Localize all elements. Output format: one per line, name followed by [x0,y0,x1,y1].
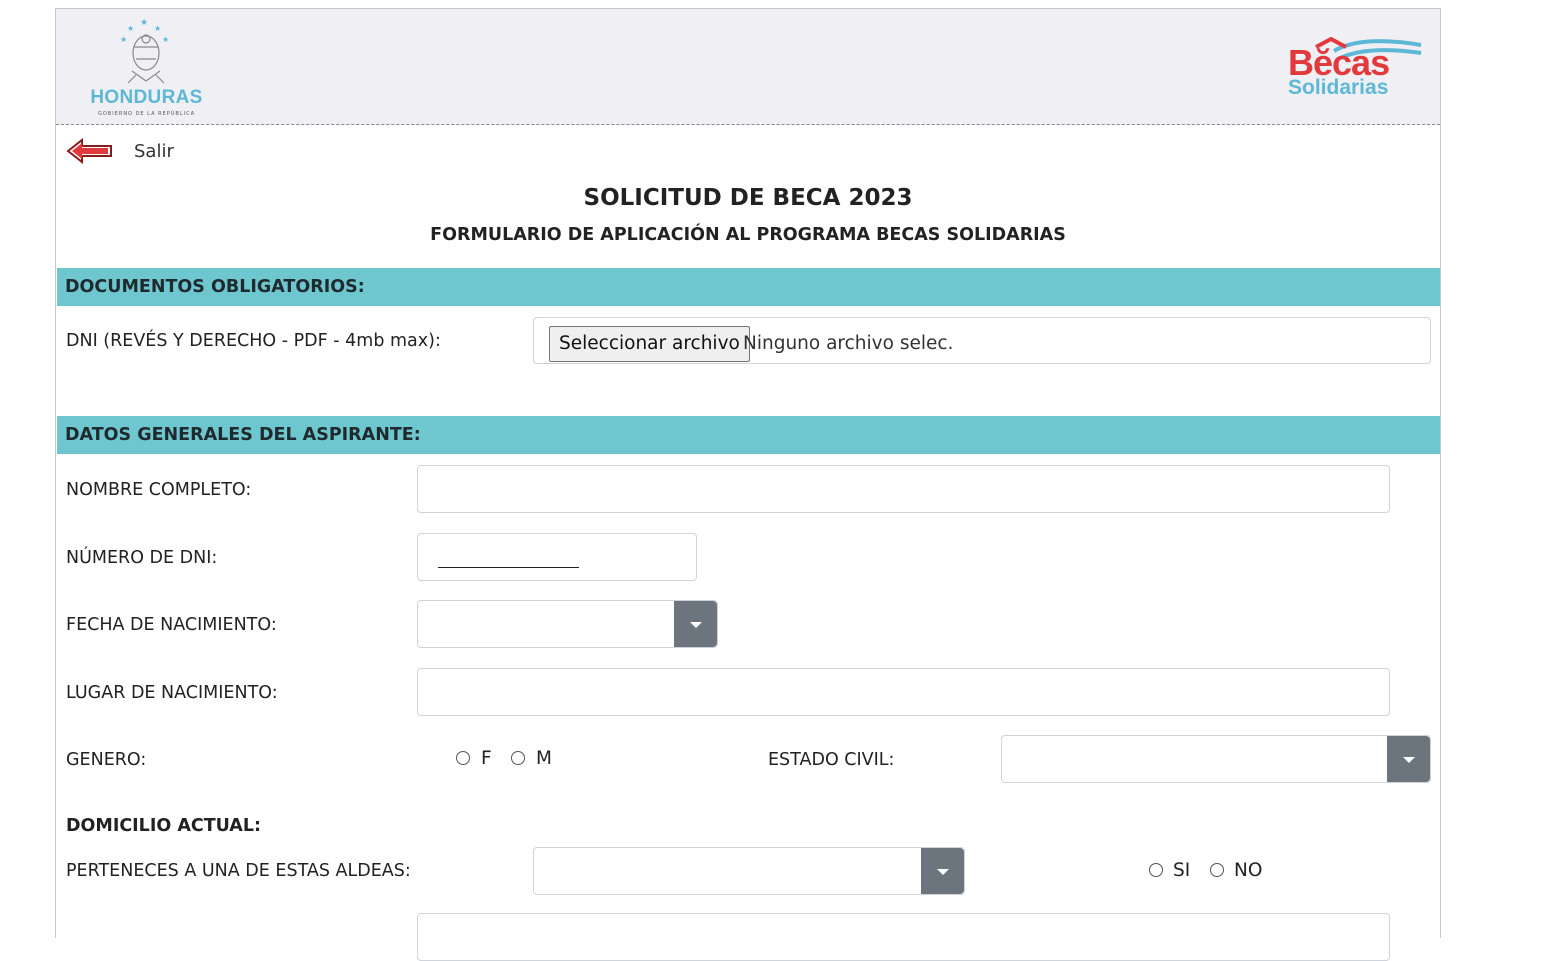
form-container: ★ ★ ★ ★ ★ HONDURAS GOBIERNO DE LA REPÚBL… [55,8,1441,961]
section-documentos: DOCUMENTOS OBLIGATORIOS: [57,268,1440,306]
solidarias-logo-word: Solidarias [1288,76,1389,99]
nombre-input[interactable] [417,465,1390,513]
dni-file-label: DNI (REVÉS Y DERECHO - PDF - 4mb max): [66,331,441,351]
dni-number-input[interactable] [417,533,697,581]
chevron-down-icon[interactable] [674,601,717,647]
svg-text:★: ★ [120,35,127,44]
arrow-left-icon [66,138,112,164]
honduras-logo-subtext: GOBIERNO DE LA REPÚBLICA [97,111,196,117]
select-file-button[interactable]: Seleccionar archivo [549,326,750,362]
aldeas-no-radio[interactable] [1210,863,1224,877]
svg-text:★: ★ [127,24,134,33]
honduras-logo-text: HONDURAS [90,87,203,108]
svg-text:★: ★ [162,35,169,44]
domicilio-heading: DOMICILIO ACTUAL: [66,816,262,836]
page-title: SOLICITUD DE BECA 2023 [583,185,913,211]
estado-civil-select[interactable] [1001,735,1431,783]
genero-f-radio[interactable] [456,751,470,765]
fecha-nacimiento-select[interactable] [417,600,718,648]
header-bar: ★ ★ ★ ★ ★ HONDURAS GOBIERNO DE LA REPÚBL… [56,9,1440,125]
file-status-text: Ninguno archivo selec. [743,333,954,354]
genero-label: GENERO: [66,750,147,770]
lugar-nacimiento-label: LUGAR DE NACIMIENTO: [66,683,278,703]
chevron-down-icon[interactable] [921,848,964,894]
back-link[interactable]: Salir [66,137,174,165]
dni-input-mask [438,567,579,568]
honduras-logo: ★ ★ ★ ★ ★ HONDURAS GOBIERNO DE LA REPÚBL… [84,15,209,121]
section-datos-generales: DATOS GENERALES DEL ASPIRANTE: [57,416,1440,454]
coat-of-arms-icon: ★ ★ ★ ★ ★ [120,18,169,84]
aldeas-si-radio[interactable] [1149,863,1163,877]
next-field-input[interactable] [417,913,1390,961]
aldeas-no-label: NO [1234,860,1263,881]
aldeas-si-label: SI [1173,860,1191,881]
page-subtitle: FORMULARIO DE APLICACIÓN AL PROGRAMA BEC… [430,225,1066,245]
estado-civil-label: ESTADO CIVIL: [768,750,895,770]
aldeas-select[interactable] [533,847,965,895]
genero-f-label: F [481,748,492,769]
svg-text:★: ★ [140,18,148,28]
aldeas-label: PERTENECES A UNA DE ESTAS ALDEAS: [66,861,411,881]
back-link-label: Salir [134,140,174,162]
genero-m-label: M [536,748,552,769]
nombre-label: NOMBRE COMPLETO: [66,480,252,500]
lugar-nacimiento-input[interactable] [417,668,1390,716]
fecha-nacimiento-label: FECHA DE NACIMIENTO: [66,615,277,635]
svg-text:★: ★ [154,24,161,33]
dni-file-input[interactable]: Seleccionar archivo Ninguno archivo sele… [533,317,1431,364]
genero-m-radio[interactable] [511,751,525,765]
dni-number-label: NÚMERO DE DNI: [66,548,218,568]
becas-solidarias-logo: Bĕcas Solidarias [1286,37,1426,107]
chevron-down-icon[interactable] [1387,736,1430,782]
